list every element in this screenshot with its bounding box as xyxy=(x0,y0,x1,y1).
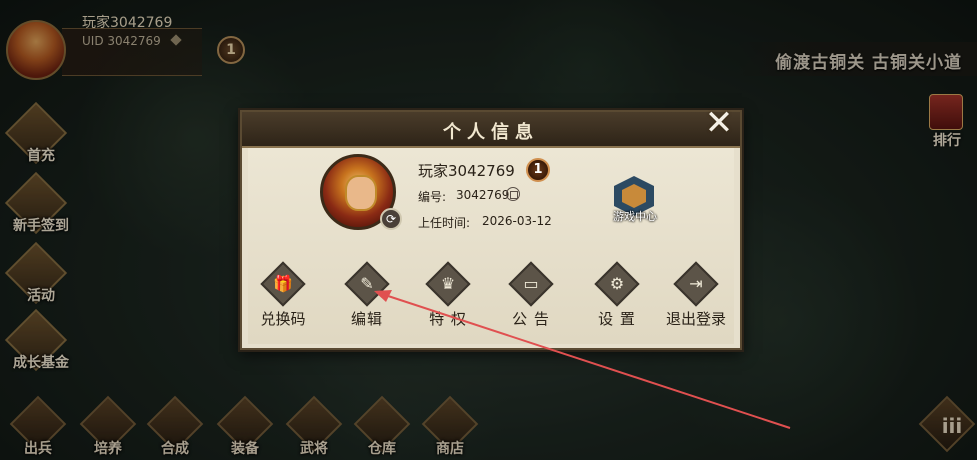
appointment-time-value: 2026-03-12 xyxy=(482,214,552,228)
copy-id-icon[interactable] xyxy=(506,187,520,201)
action-label: 兑换码 xyxy=(260,310,306,328)
id-label: 编号: xyxy=(418,190,447,204)
change-avatar-icon[interactable]: ⟳ xyxy=(380,208,402,230)
action-label: 特 权 xyxy=(429,310,467,328)
crown-glyph: ♛ xyxy=(440,274,456,293)
action-label: 设 置 xyxy=(598,310,636,328)
profile-name: 玩家3042769 xyxy=(418,162,515,180)
action-label: 编辑 xyxy=(350,310,383,328)
action-label: 退出登录 xyxy=(665,310,726,328)
profile-level-badge: 1 xyxy=(526,158,550,182)
appointment-time-label: 上任时间: xyxy=(418,216,471,230)
game-center-button[interactable]: 游戏中心 xyxy=(608,176,660,228)
notice-glyph: ▭ xyxy=(523,274,539,293)
action-label: 公 告 xyxy=(512,310,550,328)
close-icon: ✕ xyxy=(704,103,734,143)
dialog-header: 个人信息 xyxy=(242,112,740,148)
dialog-title: 个人信息 xyxy=(443,122,539,143)
gear-glyph: ⚙ xyxy=(609,274,625,293)
notice-button[interactable]: ▭ 公 告 xyxy=(501,261,561,342)
game-center-label: 游戏中心 xyxy=(613,210,657,223)
id-value: 3042769 xyxy=(456,188,510,202)
gift-glyph: 🎁 xyxy=(273,274,293,293)
dialog-body: ⟳ 玩家3042769 1 编号: 3042769 上任时间: 2026-03-… xyxy=(248,148,734,344)
close-button[interactable]: ✕ xyxy=(702,106,736,140)
logout-glyph: ⇥ xyxy=(689,274,703,293)
redeem-code-button[interactable]: 🎁 兑换码 xyxy=(253,261,313,342)
pen-glyph: ✎ xyxy=(360,274,374,293)
personal-info-dialog: 个人信息 ✕ ⟳ 玩家3042769 1 编号: 3042769 上任时间: 2… xyxy=(240,106,742,350)
settings-button[interactable]: ⚙ 设 置 xyxy=(587,261,647,342)
edit-button[interactable]: ✎ 编辑 xyxy=(337,261,397,342)
privilege-button[interactable]: ♛ 特 权 xyxy=(418,261,478,342)
avatar-face xyxy=(345,175,377,211)
logout-button[interactable]: ⇥ 退出登录 xyxy=(666,261,726,342)
